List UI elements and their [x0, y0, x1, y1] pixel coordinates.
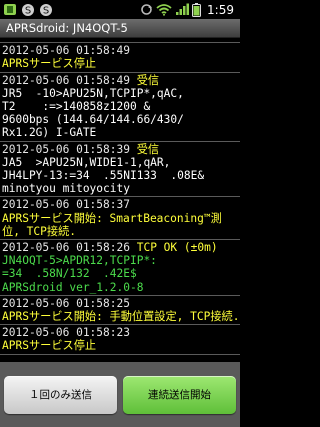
button-bar: １回のみ送信 連続送信開始 — [0, 362, 240, 427]
log-entry: 2012-05-06 01:58:26 TCP OK (±0m) JN4OQT-5… — [0, 240, 240, 296]
log-message-line: APRSサービス停止 — [2, 57, 97, 71]
log-message-line: APRSサービス停止 — [2, 339, 97, 353]
send-once-button[interactable]: １回のみ送信 — [4, 375, 117, 414]
notification-icon[interactable] — [3, 3, 17, 16]
log-entry-header: 2012-05-06 01:58:26 TCP OK (±0m) — [2, 241, 240, 254]
log-entry-header: 2012-05-06 01:58:39 受信 — [2, 143, 240, 156]
log-timestamp: 2012-05-06 01:58:37 — [2, 198, 130, 212]
log-entry: 2012-05-06 01:58:23 APRSサービス停止 — [0, 325, 240, 355]
log-entry: 2012-05-06 01:58:39 受信 JA5 >APU25N,WIDE1-… — [0, 142, 240, 198]
log-entry: 2012-05-06 01:58:37 APRSサービス開始: SmartBeac… — [0, 197, 240, 241]
log-timestamp: 2012-05-06 01:58:49 — [2, 44, 130, 58]
log-message-line: APRSサービス開始: SmartBeaconing™測 — [2, 211, 222, 225]
status-bar: S S 1:59 — [0, 0, 240, 19]
log-message-line: APRSdroid ver_1.2.0-8 — [2, 280, 144, 294]
log-timestamp: 2012-05-06 01:58:39 — [2, 142, 130, 156]
skype-icon[interactable]: S — [39, 3, 53, 17]
app-title-bar: APRSdroid: JN4OQT-5 — [0, 19, 240, 38]
log-message-line: 9600bps (144.64/144.66/430/ — [2, 113, 184, 127]
log-entry: 2012-05-06 01:58:49 受信 JR5 -10>APU25N,TCP… — [0, 73, 240, 142]
log-list[interactable]: 2012-05-06 01:58:492012-05-06 01:58:49AP… — [0, 38, 240, 359]
signal-icon — [175, 3, 190, 16]
log-message-line: JR5 -10>APU25N,TCPIP*,qAC, — [2, 86, 184, 100]
battery-icon — [192, 2, 202, 17]
log-entry-header: 2012-05-06 01:58:23 — [2, 326, 240, 339]
log-label: 受信 — [136, 142, 160, 156]
clock: 1:59 — [207, 2, 234, 17]
log-timestamp: 2012-05-06 01:58:23 — [2, 326, 130, 340]
log-timestamp: 2012-05-06 01:58:49 — [2, 38, 130, 41]
app-title: APRSdroid: JN4OQT-5 — [6, 21, 128, 35]
log-entry-header: 2012-05-06 01:58:37 — [2, 198, 240, 211]
log-message-line: APRSサービス開始: 手動位置設定, TCP接続. — [2, 310, 240, 324]
log-timestamp: 2012-05-06 01:58:26 — [2, 241, 130, 255]
log-message-line: minotyou mitoyocity — [2, 182, 130, 196]
wifi-icon — [156, 3, 172, 16]
log-message-line: JH4LPY-13:=34 .55NI133 .08E& — [2, 169, 205, 183]
log-message-line: JA5 >APU25N,WIDE1-1,qAR, — [2, 155, 171, 169]
log-label: 受信 — [136, 73, 160, 87]
log-message-line: 位, TCP接続. — [2, 224, 76, 238]
log-entry-header: 2012-05-06 01:58:25 — [2, 297, 240, 310]
sync-icon — [140, 3, 153, 16]
log-timestamp: 2012-05-06 01:58:49 — [2, 73, 130, 87]
skype-icon[interactable]: S — [21, 3, 35, 17]
log-message-line: T2 :=>140858z1200 & — [2, 100, 151, 114]
svg-text:S: S — [43, 5, 49, 16]
log-label: TCP OK (±0m) — [136, 241, 218, 255]
notification-icons: S S — [0, 3, 53, 17]
log-timestamp: 2012-05-06 01:58:25 — [2, 296, 130, 310]
log-message-line: Rx1.2G) I-GATE — [2, 126, 97, 140]
send-once-label: １回のみ送信 — [29, 389, 92, 401]
start-tracking-label: 連続送信開始 — [148, 389, 211, 401]
log-entry: 2012-05-06 01:58:49 APRSサービス停止 — [0, 43, 240, 73]
start-tracking-button[interactable]: 連続送信開始 — [123, 375, 236, 414]
log-entry: 2012-05-06 01:58:25 APRSサービス開始: 手動位置設定, T… — [0, 296, 240, 326]
log-message-line: JN4OQT-5>APDR12,TCPIP*: — [2, 254, 157, 268]
log-message-line: =34 .58N/132 .42E$ — [2, 267, 137, 281]
svg-text:S: S — [25, 5, 31, 16]
log-entry-header: 2012-05-06 01:58:49 — [2, 44, 240, 57]
log-entry-header: 2012-05-06 01:58:49 — [2, 38, 240, 41]
log-entry-header: 2012-05-06 01:58:49 受信 — [2, 74, 240, 87]
